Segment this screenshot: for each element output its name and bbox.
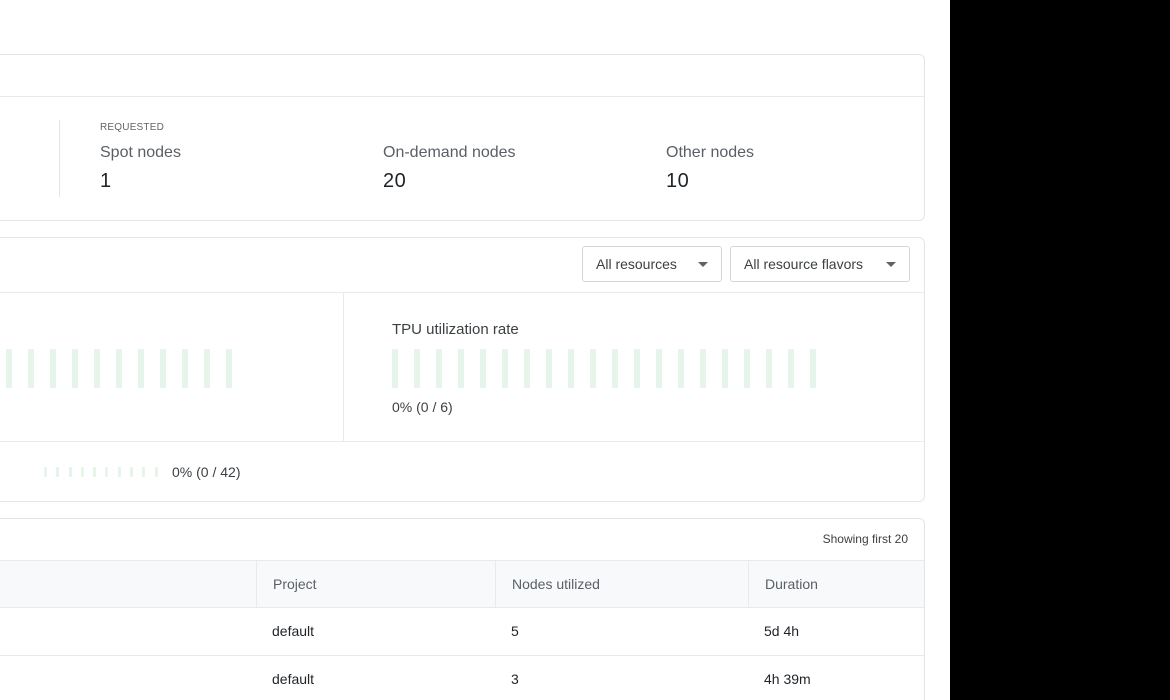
utilization-card: All resources All resource flavors TPU u… [0,237,925,502]
utilization-bar-segment [656,349,662,388]
table-row[interactable]: default 3 4h 39m [0,656,924,700]
utilization-bar-segment [93,467,97,477]
utilization-bar-segment [28,349,34,388]
utilization-bar-segment [226,349,232,388]
other-nodes-value: 10 [666,170,690,192]
utilization-bar-segment [94,349,100,388]
tpu-utilization-bars [392,349,832,388]
utilization-bar-segment [105,467,109,477]
utilization-bar-segment [436,349,442,388]
column-header-duration[interactable]: Duration [748,561,924,608]
utilization-bar-segment [700,349,706,388]
cell-duration: 5d 4h [764,623,800,639]
utilization-bar-segment [458,349,464,388]
caret-down-icon [698,262,708,267]
utilization-bar-segment [130,467,134,477]
utilization-toolbar: All resources All resource flavors [0,238,924,293]
utilization-bar-segment [414,349,420,388]
cell-nodes-utilized: 5 [511,623,519,639]
utilization-bar-segment [44,467,47,477]
resource-flavors-dropdown[interactable]: All resource flavors [730,246,910,282]
resources-dropdown-value: All resources [596,256,677,272]
utilization-bar-segment [568,349,574,388]
utilization-bar-segment [182,349,188,388]
other-nodes-label: Other nodes [666,144,755,161]
utilization-bar-segment [744,349,750,388]
cell-nodes-utilized: 3 [511,671,519,687]
summary-utilization-value: 0% (0 / 42) [172,464,241,480]
requested-eyebrow: REQUESTED [100,122,165,133]
utilization-bar-segment [204,349,210,388]
utilization-panel-left [0,293,344,441]
utilization-bar-segment [117,467,121,477]
utilization-bar-segment [50,349,56,388]
utilization-summary-row: 0% (0 / 42) [0,441,924,501]
workloads-table-card: Showing first 20 Project Nodes utilized … [0,518,925,700]
on-demand-nodes-label: On-demand nodes [383,144,516,161]
utilization-bar-segment [810,349,816,388]
node-summary-card: REQUESTED Spot nodes 1 On-demand nodes 2… [0,54,925,221]
cell-project: default [272,671,315,687]
main-content: REQUESTED Spot nodes 1 On-demand nodes 2… [0,0,950,700]
utilization-bar-segment [788,349,794,388]
utilization-bars-left [6,349,248,388]
stat-spot-nodes: REQUESTED Spot nodes 1 [100,122,181,192]
utilization-bar-segment [480,349,486,388]
summary-utilization-bars [44,467,167,477]
table-row[interactable]: default 5 5d 4h [0,608,924,656]
utilization-bar-segment [722,349,728,388]
utilization-bar-segment [160,349,166,388]
tpu-utilization-panel: TPU utilization rate 0% (0 / 6) [344,293,924,441]
utilization-bar-segment [766,349,772,388]
cell-duration: 4h 39m [764,671,811,687]
utilization-bar-segment [502,349,508,388]
utilization-bar-segment [590,349,596,388]
utilization-bar-segment [138,349,144,388]
utilization-bar-segment [116,349,122,388]
resource-flavors-dropdown-value: All resource flavors [744,256,864,272]
utilization-bar-segment [72,349,78,388]
table-header: Project Nodes utilized Duration [0,560,924,608]
utilization-bar-segment [68,467,72,477]
showing-count-text: Showing first 20 [822,532,908,546]
node-summary-header [0,55,924,97]
utilization-bar-segment [678,349,684,388]
utilization-bar-segment [56,467,60,477]
spot-nodes-value: 1 [100,170,112,192]
resources-dropdown[interactable]: All resources [582,246,722,282]
on-demand-nodes-value: 20 [383,170,407,192]
column-header-nodes-utilized[interactable]: Nodes utilized [495,561,748,608]
utilization-bar-segment [392,349,398,388]
utilization-bar-segment [142,467,146,477]
utilization-bar-segment [524,349,530,388]
column-header-project[interactable]: Project [256,561,495,608]
utilization-bar-segment [546,349,552,388]
utilization-bar-segment [154,467,158,477]
utilization-bar-segment [634,349,640,388]
spot-nodes-label: Spot nodes [100,144,181,161]
tpu-utilization-title: TPU utilization rate [392,321,519,338]
cell-project: default [272,623,315,639]
stat-divider [59,120,60,197]
utilization-bar-segment [6,349,12,388]
utilization-bar-segment [80,467,84,477]
caret-down-icon [886,262,896,267]
tpu-utilization-value: 0% (0 / 6) [392,399,453,415]
utilization-bar-segment [612,349,618,388]
